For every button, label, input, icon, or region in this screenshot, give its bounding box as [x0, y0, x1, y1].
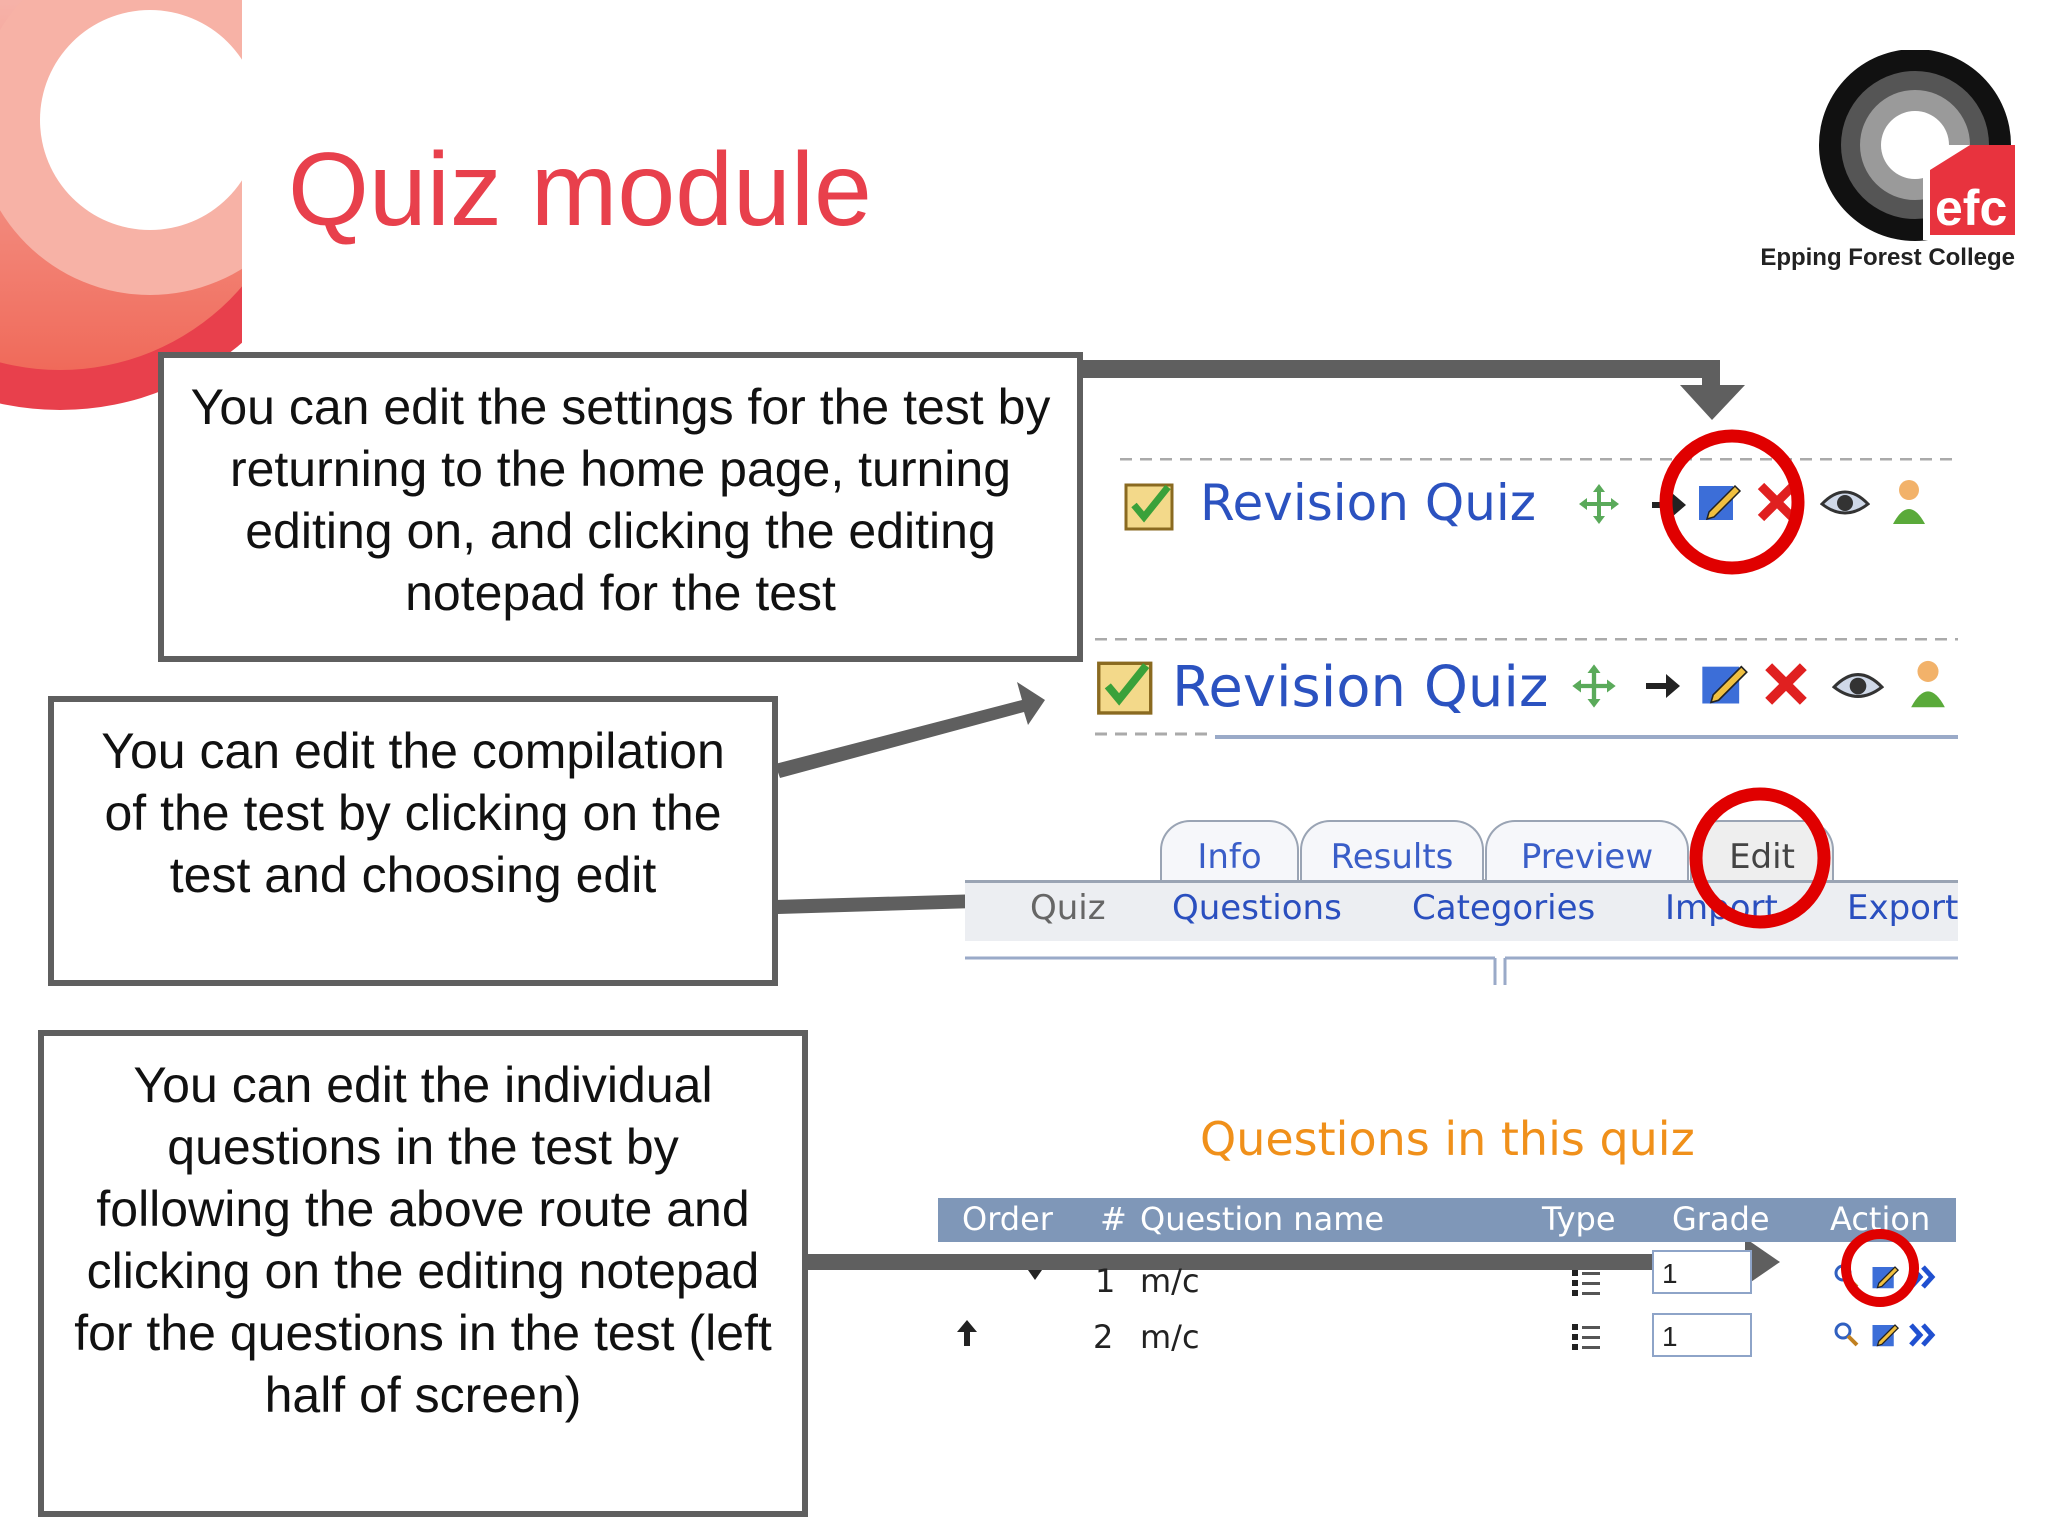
highlight-circle-edit-settings — [1659, 429, 1805, 575]
highlight-circles — [1659, 429, 1919, 1307]
highlight-circle-edit-tab — [1689, 787, 1831, 929]
highlight-circle-edit-question — [1841, 1229, 1919, 1307]
